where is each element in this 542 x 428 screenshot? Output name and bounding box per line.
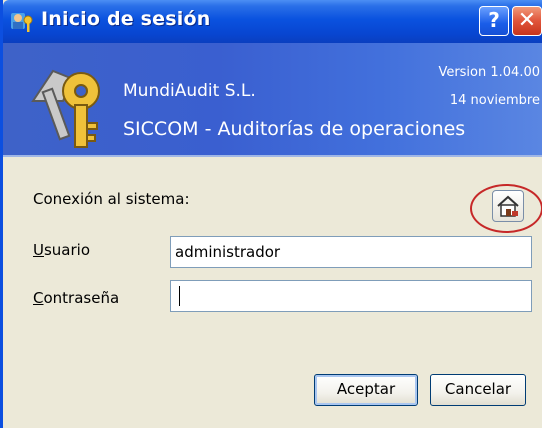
application-name: SICCOM - Auditorías de operaciones	[123, 118, 466, 140]
window-title: Inicio de sesión	[41, 8, 211, 30]
close-button[interactable]: ✕	[512, 6, 542, 36]
help-button[interactable]: ?	[479, 6, 509, 36]
password-input[interactable]	[170, 280, 532, 312]
user-label: Usuario	[33, 241, 91, 259]
highlight-circle	[470, 184, 542, 233]
keys-logo-icon	[31, 69, 100, 148]
text-caret	[179, 286, 180, 306]
password-label: Contraseña	[33, 289, 120, 307]
version-date: 14 noviembre	[449, 93, 540, 108]
company-name: MundiAudit S.L.	[123, 81, 256, 101]
title-bar[interactable]: Inicio de sesión ? ✕	[3, 0, 542, 43]
header-banner: MundiAudit S.L. SICCOM - Auditorías de o…	[3, 43, 542, 155]
connection-label: Conexión al sistema:	[33, 190, 190, 208]
accept-button[interactable]: Aceptar	[314, 374, 418, 406]
username-input[interactable]: administrador	[170, 236, 532, 268]
user-key-icon	[11, 13, 33, 32]
login-dialog: Inicio de sesión ? ✕ MundiAudit S.L. SIC…	[0, 0, 542, 428]
version-label: Version 1.04.00	[438, 65, 540, 80]
cancel-button[interactable]: Cancelar	[430, 374, 526, 406]
form-area: Conexión al sistema: Usuario administrad…	[3, 157, 542, 428]
